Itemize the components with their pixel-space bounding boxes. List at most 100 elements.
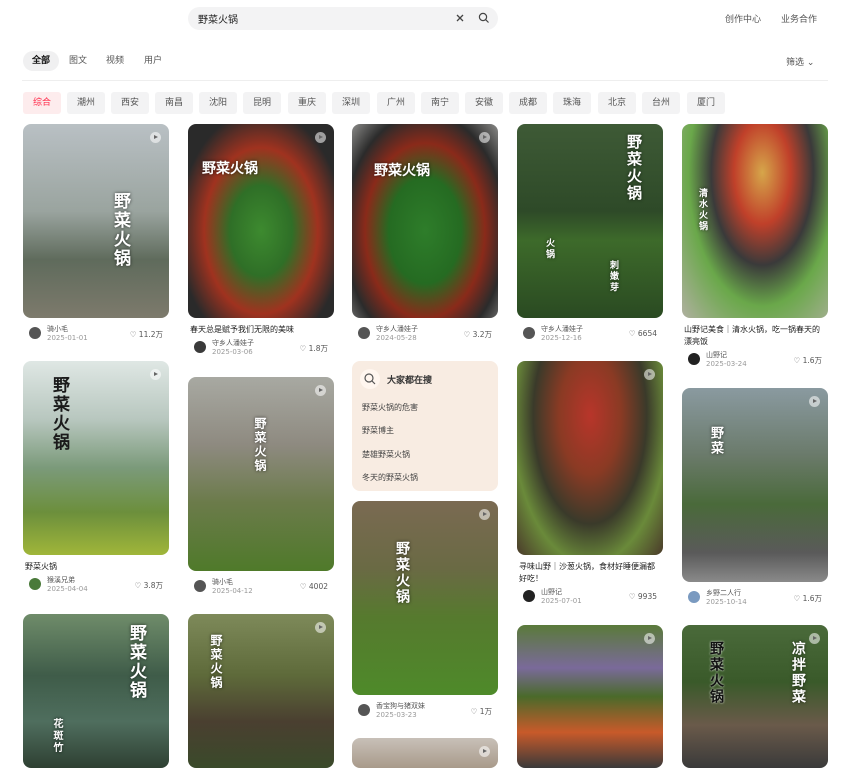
avatar[interactable] <box>358 327 370 339</box>
avatar[interactable] <box>358 704 370 716</box>
author-name[interactable]: 山野记 <box>541 587 562 597</box>
tab-videos[interactable]: 视频 <box>97 51 133 71</box>
note-card[interactable]: 野菜火锅 骑小毛 2025-01-01 11.2万 <box>23 124 169 346</box>
avatar[interactable] <box>194 580 206 592</box>
note-card[interactable]: 野菜 乡野二人行 2025-10-14 1.6万 <box>682 388 828 610</box>
city-chip[interactable]: 南宁 <box>421 92 459 114</box>
city-chip[interactable]: 珠海 <box>553 92 591 114</box>
avatar[interactable] <box>194 341 206 353</box>
city-chip[interactable]: 深圳 <box>332 92 370 114</box>
note-card[interactable]: 野菜火锅 香宝狗与猪双妹 2025-03-23 1万 <box>352 501 498 723</box>
search-icon[interactable] <box>478 12 490 24</box>
city-chip[interactable]: 综合 <box>23 92 61 114</box>
hot-search-item[interactable]: 野菜博主 <box>362 425 394 436</box>
author-name[interactable]: 骑小毛 <box>212 577 233 587</box>
play-icon <box>315 385 326 396</box>
business-link[interactable]: 业务合作 <box>781 12 817 25</box>
card-cover-image: 野菜火锅 <box>23 361 169 555</box>
note-card[interactable]: 野菜火锅 骑小毛 2025-04-12 4002 <box>188 377 334 599</box>
like-count[interactable]: 1.8万 <box>299 343 328 354</box>
post-date: 2025-04-12 <box>212 587 253 595</box>
author-name[interactable]: 山野记 <box>706 350 727 360</box>
card-cover-image: 野菜火锅 火锅 刺嫩芽 <box>517 124 663 318</box>
like-count[interactable]: 1.6万 <box>793 593 822 604</box>
note-card[interactable]: 野菜火锅 守乡人潘娃子 2024-05-28 3.2万 <box>352 124 498 346</box>
card-title[interactable]: 寻味山野｜沙葱火锅，食材好睡便漏都好吃！ <box>517 561 663 585</box>
avatar[interactable] <box>29 578 41 590</box>
card-meta: 猴溪兄弟 2025-04-04 3.8万 <box>23 575 169 597</box>
clear-icon[interactable] <box>454 12 466 24</box>
city-chip[interactable]: 南昌 <box>155 92 193 114</box>
city-chip[interactable]: 北京 <box>598 92 636 114</box>
city-chip[interactable]: 重庆 <box>288 92 326 114</box>
like-count[interactable]: 11.2万 <box>130 329 163 340</box>
city-chip[interactable]: 沈阳 <box>199 92 237 114</box>
avatar[interactable] <box>688 353 700 365</box>
card-title[interactable]: 野菜火锅 <box>23 561 169 573</box>
avatar[interactable] <box>523 590 535 602</box>
city-chip[interactable]: 昆明 <box>243 92 281 114</box>
note-card[interactable]: 野菜火锅 <box>188 614 334 768</box>
card-cover-image <box>352 738 498 768</box>
avatar[interactable] <box>29 327 41 339</box>
city-chip[interactable]: 潮州 <box>67 92 105 114</box>
author-name[interactable]: 乡野二人行 <box>706 588 741 598</box>
note-card[interactable]: 清水火锅 山野记美食｜清水火锅，吃一锅春天的漂亮饭 山野记 2025-03-24… <box>682 124 828 372</box>
cover-text: 清水火锅 <box>697 188 707 232</box>
hot-search-item[interactable]: 野菜火锅的危害 <box>362 402 418 413</box>
note-card[interactable]: 野菜火锅 野菜火锅 猴溪兄弟 2025-04-04 3.8万 <box>23 361 169 597</box>
card-title[interactable]: 山野记美食｜清水火锅，吃一锅春天的漂亮饭 <box>682 324 828 348</box>
divider <box>22 80 828 81</box>
note-card[interactable]: 野菜火锅 凉拌野菜 <box>682 625 828 768</box>
like-count[interactable]: 1万 <box>471 706 492 717</box>
post-date: 2025-03-24 <box>706 360 747 368</box>
post-date: 2025-10-14 <box>706 598 747 606</box>
note-card[interactable]: 野菜火锅 花斑竹 <box>23 614 169 768</box>
post-date: 2024-05-28 <box>376 334 417 342</box>
note-card[interactable] <box>352 738 498 768</box>
card-meta: 山野记 2025-07-01 9935 <box>517 587 663 609</box>
city-chip[interactable]: 西安 <box>111 92 149 114</box>
card-cover-image: 野菜火锅 <box>352 124 498 318</box>
tab-users[interactable]: 用户 <box>135 51 171 71</box>
cover-text: 野菜火锅 <box>202 161 258 177</box>
author-name[interactable]: 猴溪兄弟 <box>47 575 75 585</box>
like-count[interactable]: 3.2万 <box>463 329 492 340</box>
avatar[interactable] <box>688 591 700 603</box>
like-count[interactable]: 9935 <box>629 592 657 601</box>
hot-search-item[interactable]: 冬天的野菜火锅 <box>362 472 418 483</box>
card-title[interactable]: 春天总是赋予我们无限的美味 <box>188 324 334 336</box>
author-name[interactable]: 香宝狗与猪双妹 <box>376 701 425 711</box>
note-card[interactable] <box>517 625 663 768</box>
city-chip[interactable]: 广州 <box>377 92 415 114</box>
tab-all[interactable]: 全部 <box>23 51 60 71</box>
cover-text: 野菜火锅 <box>126 624 146 700</box>
note-card[interactable]: 野菜火锅 火锅 刺嫩芽 守乡人潘娃子 2025-12-16 6654 <box>517 124 663 346</box>
city-chip[interactable]: 台州 <box>642 92 680 114</box>
post-date: 2025-07-01 <box>541 597 582 605</box>
like-count[interactable]: 6654 <box>629 329 657 338</box>
like-count[interactable]: 3.8万 <box>134 580 163 591</box>
play-icon <box>809 633 820 644</box>
author-name[interactable]: 守乡人潘娃子 <box>212 338 254 348</box>
author-name[interactable]: 骑小毛 <box>47 324 68 334</box>
hot-search-item[interactable]: 楚雄野菜火锅 <box>362 449 410 460</box>
like-count[interactable]: 1.6万 <box>793 355 822 366</box>
city-chip[interactable]: 厦门 <box>687 92 725 114</box>
note-card[interactable]: 野菜火锅 春天总是赋予我们无限的美味 守乡人潘娃子 2025-03-06 1.8… <box>188 124 334 360</box>
search-input[interactable] <box>198 7 438 30</box>
author-name[interactable]: 守乡人潘娃子 <box>376 324 418 334</box>
post-date: 2025-04-04 <box>47 585 88 593</box>
card-meta: 守乡人潘娃子 2025-03-06 1.8万 <box>188 338 334 360</box>
filter-button[interactable]: 筛选 ⌄ <box>786 55 814 68</box>
avatar[interactable] <box>523 327 535 339</box>
card-meta: 香宝狗与猪双妹 2025-03-23 1万 <box>352 701 498 723</box>
creator-center-link[interactable]: 创作中心 <box>725 12 761 25</box>
card-cover-image: 野菜 <box>682 388 828 582</box>
city-chip[interactable]: 安徽 <box>465 92 503 114</box>
author-name[interactable]: 守乡人潘娃子 <box>541 324 583 334</box>
tab-posts[interactable]: 图文 <box>60 51 96 71</box>
like-count[interactable]: 4002 <box>300 582 328 591</box>
city-chip[interactable]: 成都 <box>509 92 547 114</box>
note-card[interactable]: 寻味山野｜沙葱火锅，食材好睡便漏都好吃！ 山野记 2025-07-01 9935 <box>517 361 663 609</box>
